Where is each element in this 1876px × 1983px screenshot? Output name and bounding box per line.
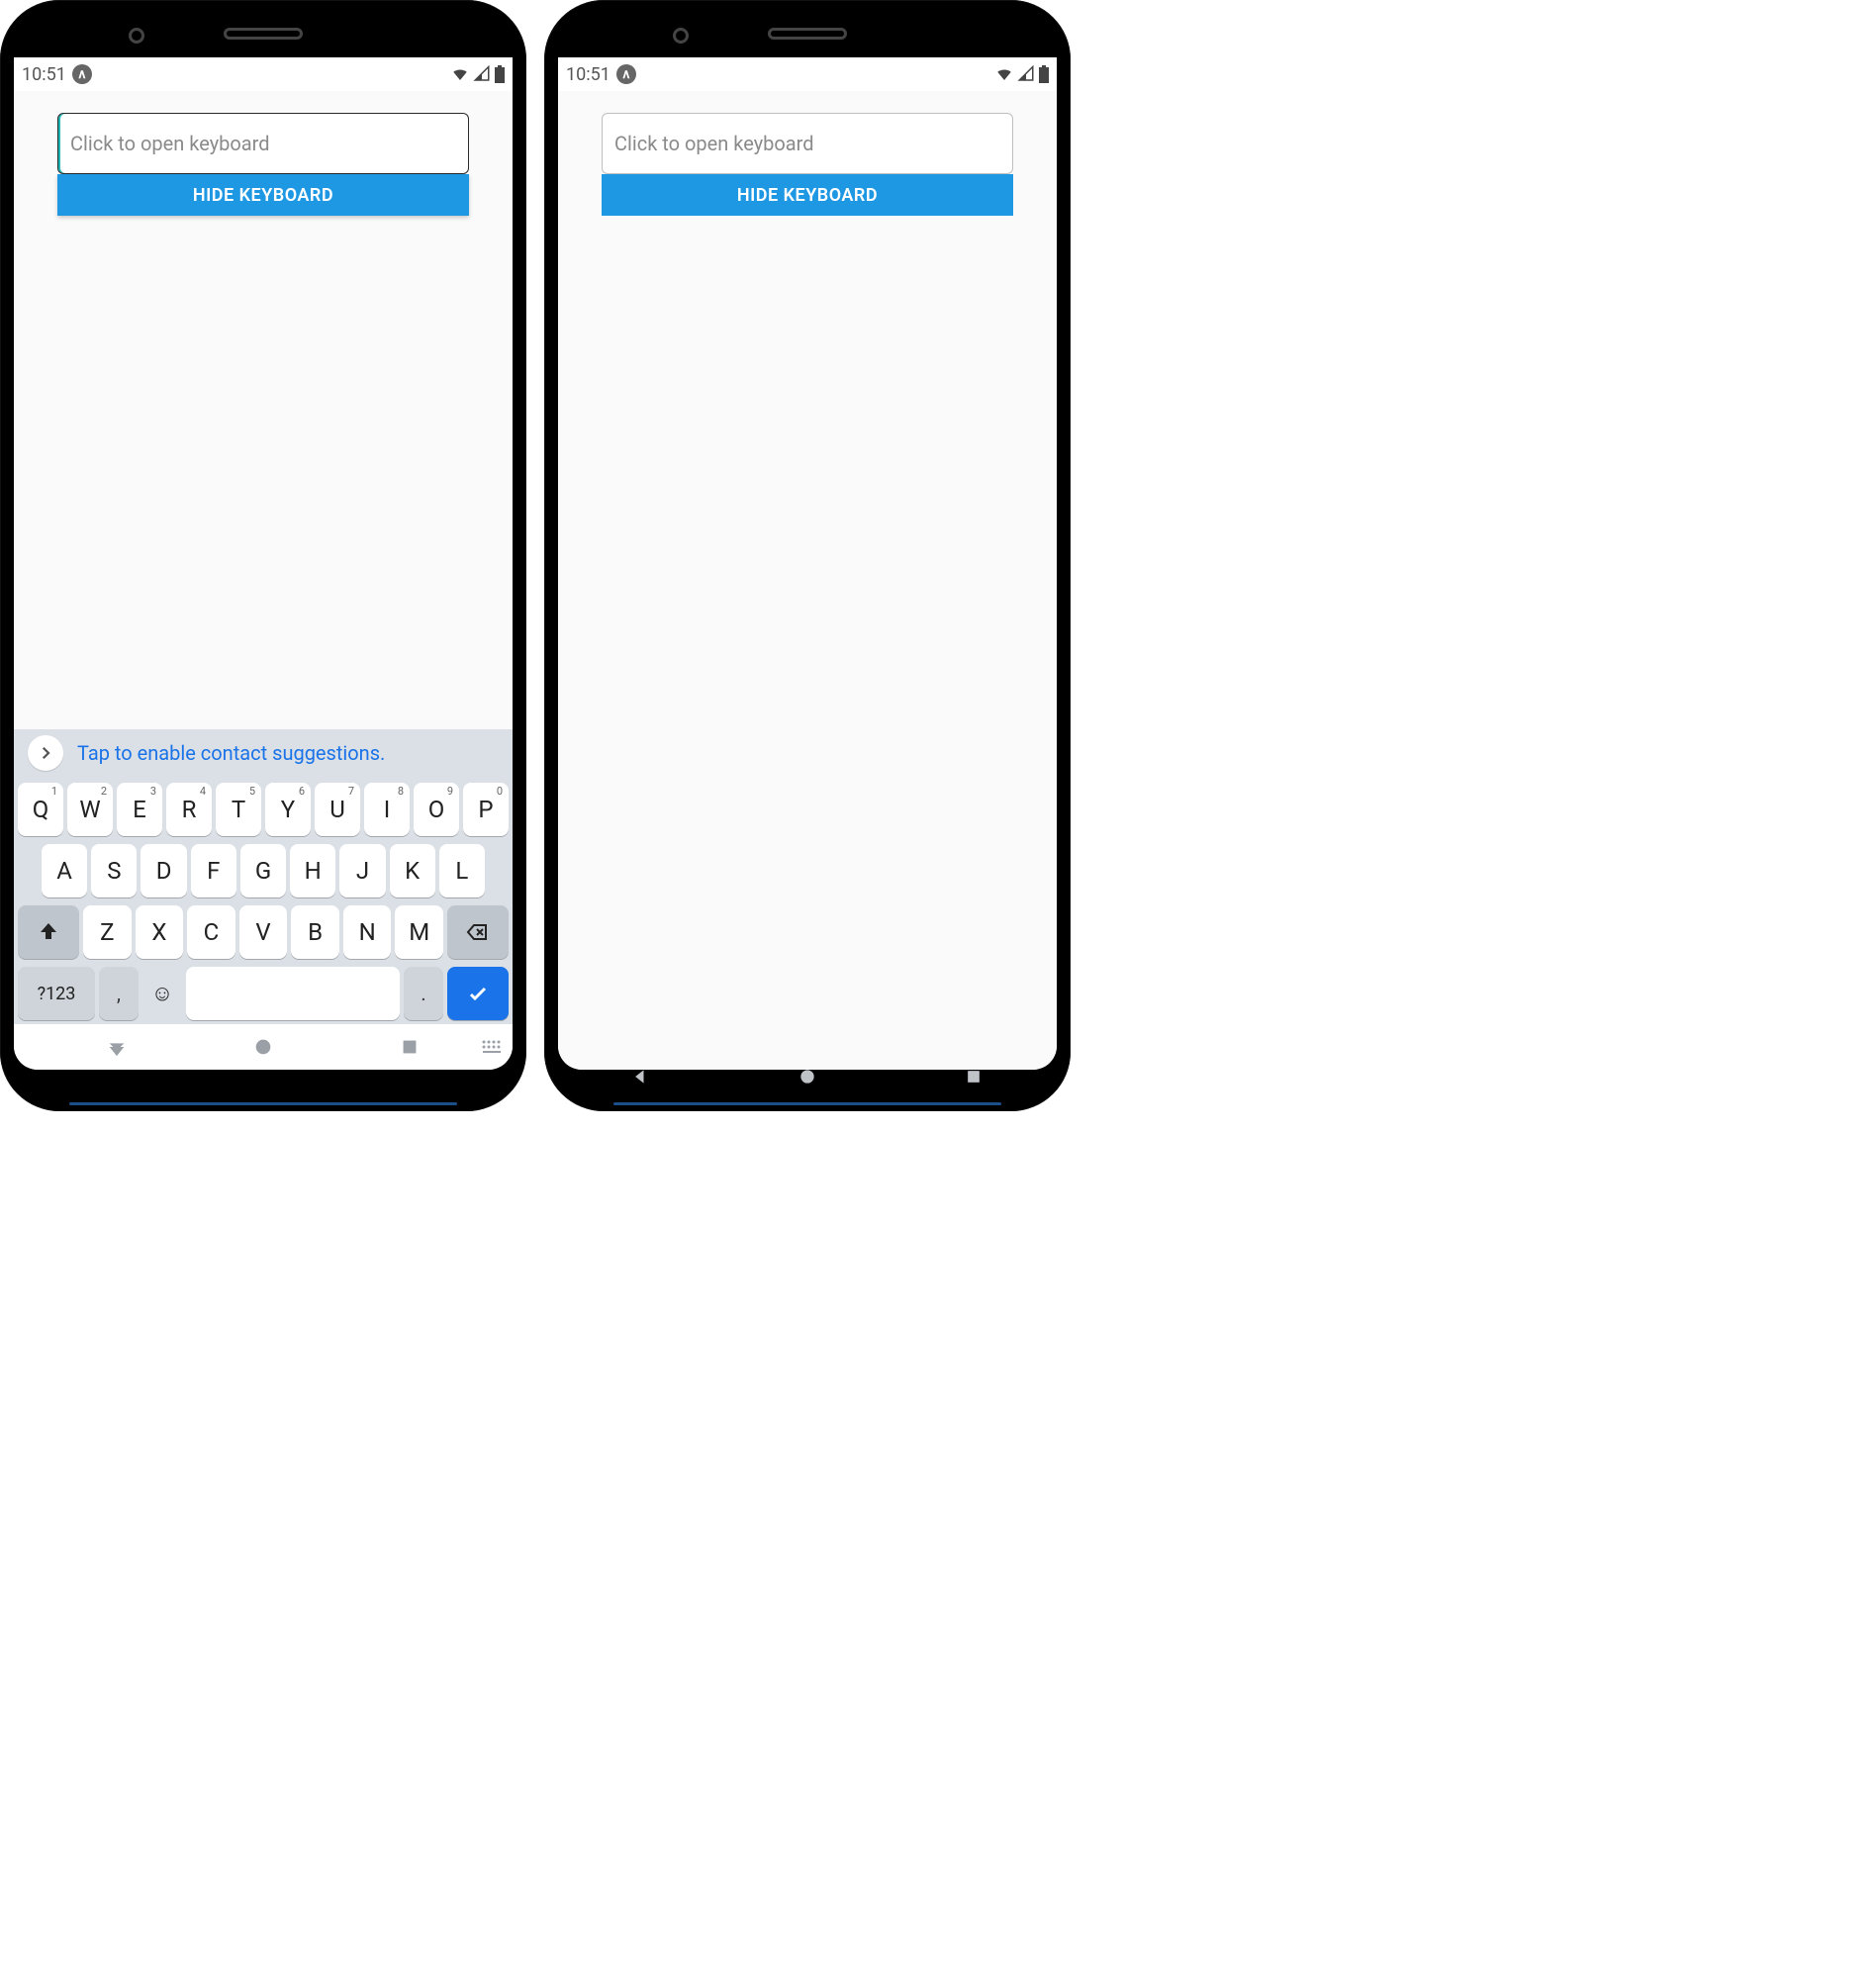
key-q[interactable]: Q1 bbox=[18, 783, 63, 836]
key-m[interactable]: M bbox=[395, 905, 443, 959]
key-x[interactable]: X bbox=[136, 905, 184, 959]
key-l[interactable]: L bbox=[439, 844, 485, 897]
android-nav-bar bbox=[14, 1024, 513, 1070]
shift-key[interactable] bbox=[18, 905, 79, 959]
nav-home-icon[interactable] bbox=[252, 1036, 274, 1058]
key-f[interactable]: F bbox=[191, 844, 236, 897]
key-y[interactable]: Y6 bbox=[265, 783, 311, 836]
keyboard-switch-icon[interactable] bbox=[481, 1039, 503, 1055]
period-key[interactable]: . bbox=[404, 967, 443, 1020]
key-s[interactable]: S bbox=[91, 844, 137, 897]
key-b[interactable]: B bbox=[291, 905, 339, 959]
key-v[interactable]: V bbox=[239, 905, 288, 959]
emoji-key[interactable]: ☺ bbox=[142, 967, 182, 1020]
backspace-key[interactable] bbox=[447, 905, 509, 959]
status-time: 10:51 bbox=[566, 64, 610, 85]
nav-back-icon[interactable] bbox=[106, 1036, 128, 1058]
phone-left: 10:51 ∧ HIDE KEYBOARD bbox=[0, 0, 526, 1111]
bezel-sensor bbox=[673, 28, 689, 44]
nav-back-icon[interactable] bbox=[631, 1067, 651, 1090]
key-r[interactable]: R4 bbox=[166, 783, 212, 836]
android-nav-bar bbox=[558, 1056, 1057, 1101]
key-u[interactable]: U7 bbox=[315, 783, 360, 836]
main-text-input[interactable] bbox=[57, 113, 469, 174]
key-i[interactable]: I8 bbox=[364, 783, 410, 836]
chin-accent bbox=[613, 1102, 1001, 1105]
hide-keyboard-button[interactable]: HIDE KEYBOARD bbox=[57, 174, 469, 216]
battery-icon bbox=[1039, 65, 1049, 83]
main-text-input[interactable] bbox=[602, 113, 1013, 174]
cell-signal-icon bbox=[1017, 65, 1035, 83]
status-bar: 10:51 ∧ bbox=[558, 57, 1057, 91]
key-c[interactable]: C bbox=[187, 905, 235, 959]
key-row-4: ?123 , ☺ . bbox=[18, 967, 509, 1020]
key-row-3: ZXCVBNM bbox=[18, 905, 509, 959]
screen: 10:51 ∧ HIDE KEYBOARD bbox=[558, 57, 1057, 1070]
nav-recents-icon[interactable] bbox=[964, 1067, 984, 1090]
key-row-1: Q1W2E3R4T5Y6U7I8O9P0 bbox=[18, 783, 509, 836]
battery-icon bbox=[495, 65, 505, 83]
key-t[interactable]: T5 bbox=[216, 783, 261, 836]
key-p[interactable]: P0 bbox=[463, 783, 509, 836]
symbols-key[interactable]: ?123 bbox=[18, 967, 95, 1020]
screen: 10:51 ∧ HIDE KEYBOARD bbox=[14, 57, 513, 1070]
key-k[interactable]: K bbox=[390, 844, 435, 897]
key-row-2: ASDFGHJKL bbox=[18, 844, 509, 897]
expo-icon: ∧ bbox=[72, 64, 92, 84]
suggestion-bar[interactable]: Tap to enable contact suggestions. bbox=[14, 729, 513, 777]
cell-signal-icon bbox=[473, 65, 491, 83]
key-n[interactable]: N bbox=[343, 905, 392, 959]
app-body: HIDE KEYBOARD bbox=[558, 91, 1057, 1070]
nav-recents-icon[interactable] bbox=[399, 1036, 421, 1058]
key-h[interactable]: H bbox=[290, 844, 335, 897]
key-d[interactable]: D bbox=[141, 844, 186, 897]
key-g[interactable]: G bbox=[240, 844, 286, 897]
space-key[interactable] bbox=[186, 967, 400, 1020]
suggestion-text[interactable]: Tap to enable contact suggestions. bbox=[77, 741, 385, 765]
chevron-right-icon[interactable] bbox=[28, 735, 63, 771]
key-o[interactable]: O9 bbox=[414, 783, 459, 836]
key-w[interactable]: W2 bbox=[67, 783, 113, 836]
app-body: HIDE KEYBOARD bbox=[14, 91, 513, 729]
bezel-speaker bbox=[224, 28, 303, 40]
chin-accent bbox=[69, 1102, 457, 1105]
key-j[interactable]: J bbox=[339, 844, 385, 897]
bezel-sensor bbox=[129, 28, 144, 44]
nav-home-icon[interactable] bbox=[797, 1067, 817, 1090]
soft-keyboard: Tap to enable contact suggestions. Q1W2E… bbox=[14, 729, 513, 1024]
hide-keyboard-button[interactable]: HIDE KEYBOARD bbox=[602, 174, 1013, 216]
phone-right: 10:51 ∧ HIDE KEYBOARD bbox=[544, 0, 1071, 1111]
bezel-speaker bbox=[768, 28, 847, 40]
wifi-icon bbox=[451, 65, 469, 83]
expo-icon: ∧ bbox=[616, 64, 636, 84]
wifi-icon bbox=[995, 65, 1013, 83]
enter-key[interactable] bbox=[447, 967, 509, 1020]
status-time: 10:51 bbox=[22, 64, 66, 85]
spacer bbox=[57, 216, 469, 729]
status-bar: 10:51 ∧ bbox=[14, 57, 513, 91]
key-z[interactable]: Z bbox=[83, 905, 132, 959]
key-a[interactable]: A bbox=[42, 844, 87, 897]
comma-key[interactable]: , bbox=[99, 967, 139, 1020]
key-e[interactable]: E3 bbox=[117, 783, 162, 836]
